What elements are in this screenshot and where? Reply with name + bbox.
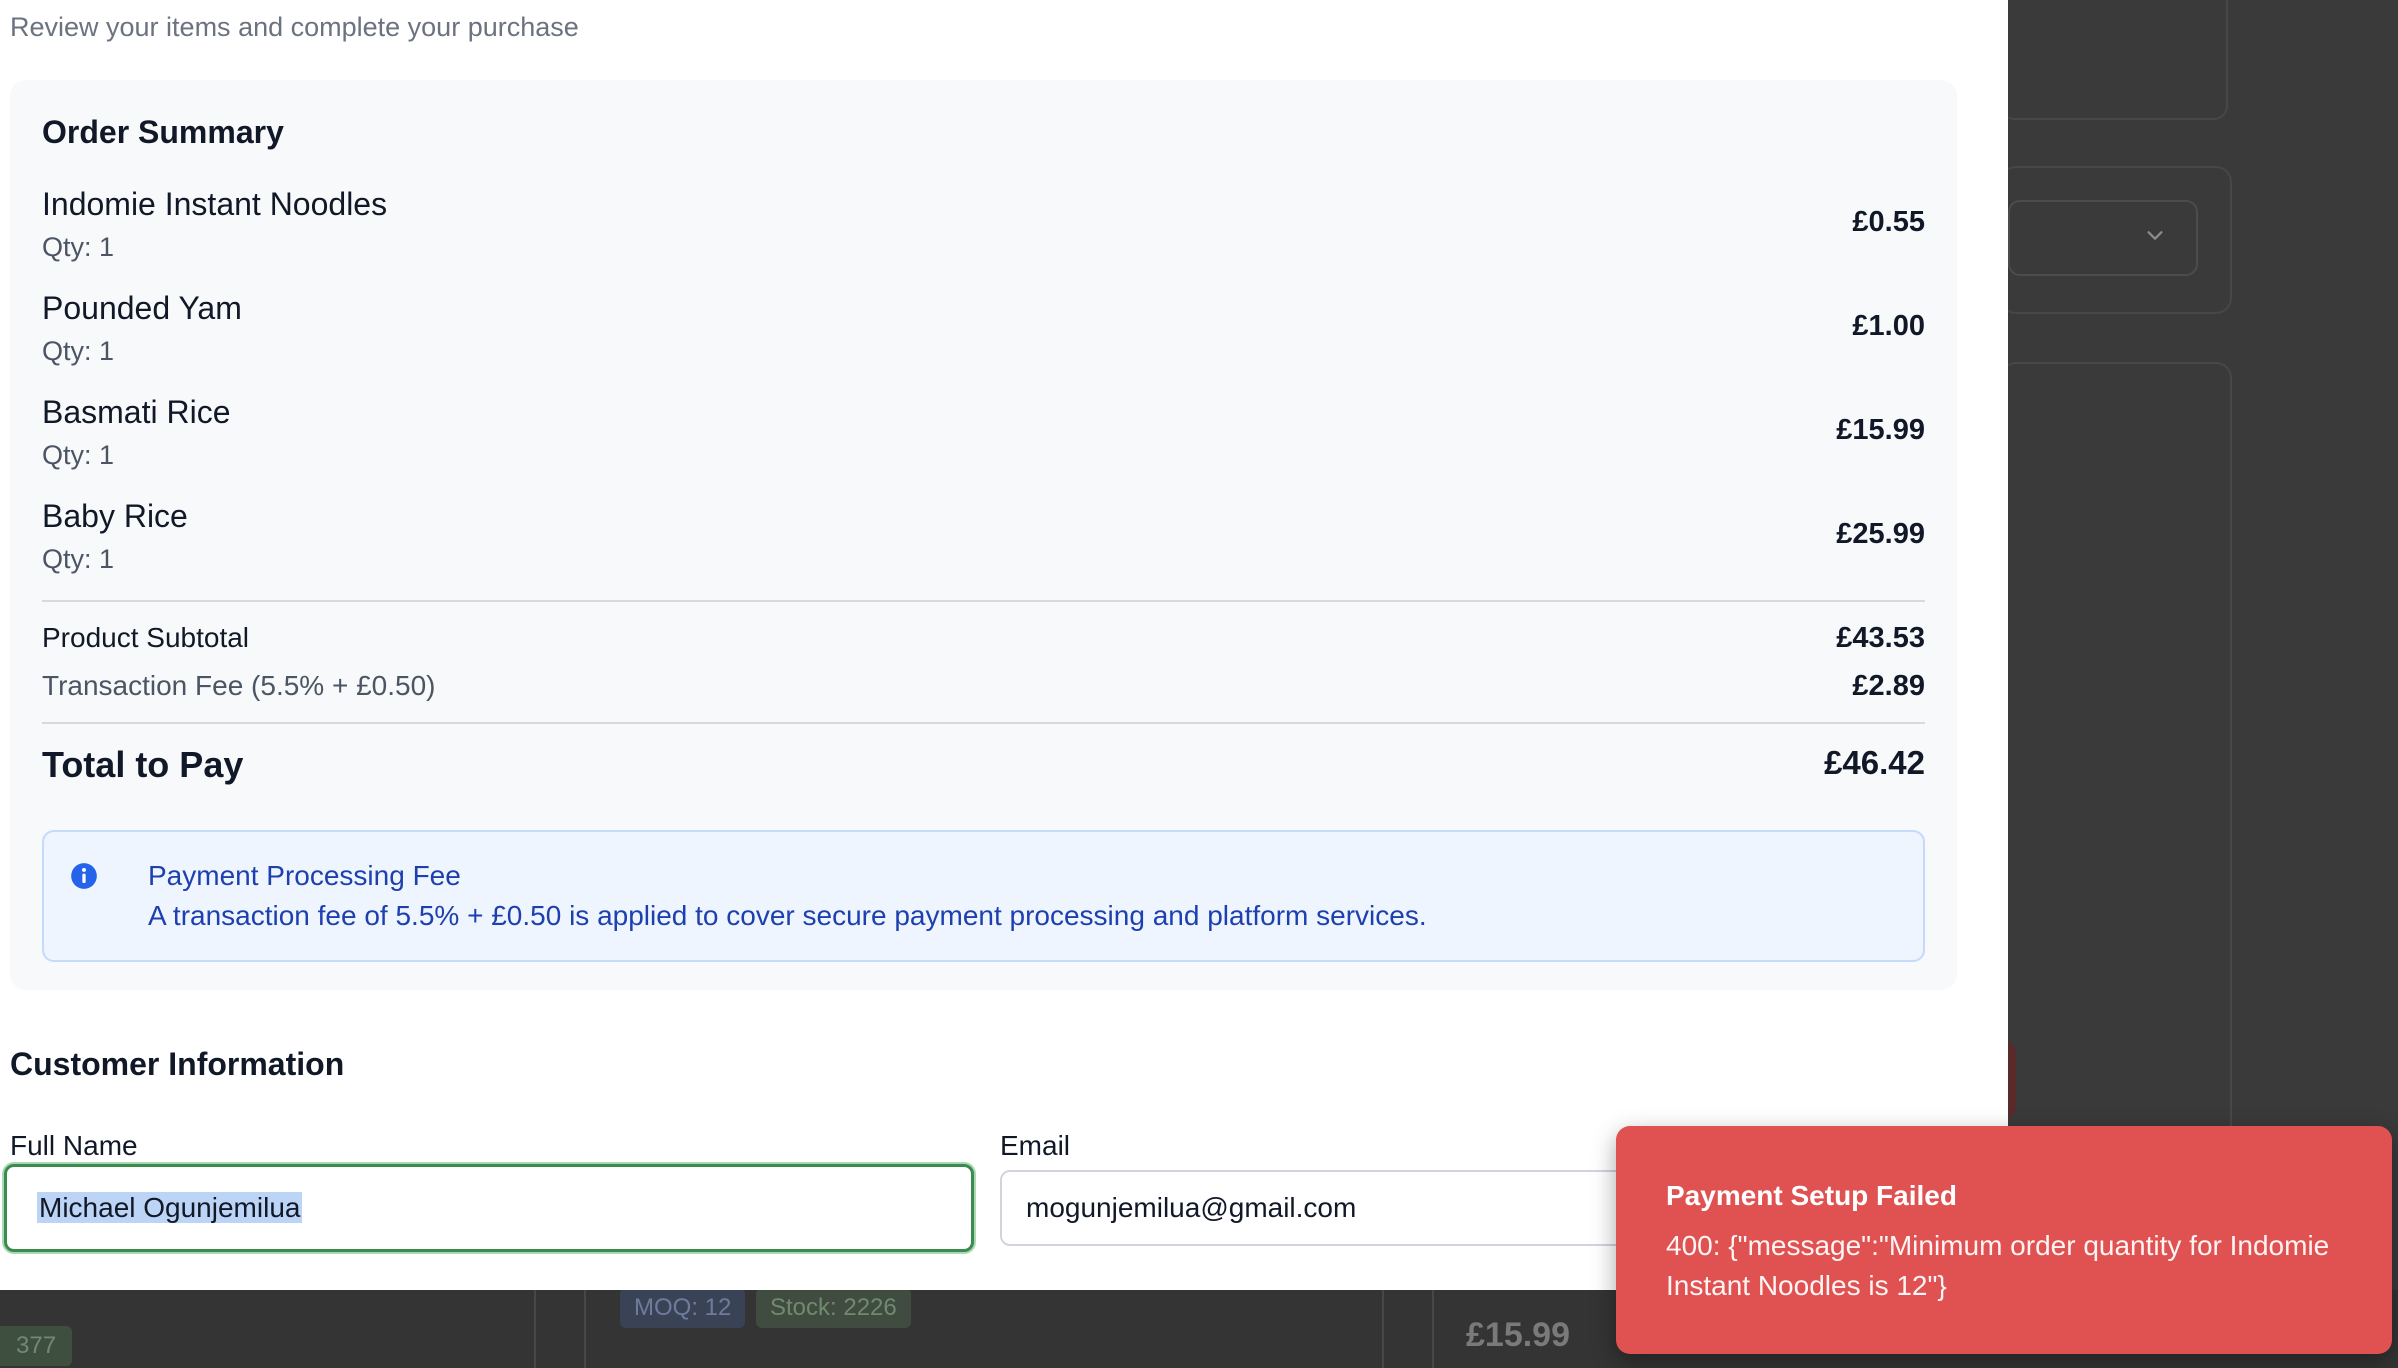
background-moq-badge: MOQ: 12	[620, 1288, 746, 1328]
item-qty: Qty: 1	[42, 544, 115, 574]
subtotal-label: Product Subtotal	[42, 622, 250, 653]
email-value: mogunjemilua@gmail.com	[1026, 1192, 1357, 1223]
order-summary-card: Order Summary Indomie Instant Noodles Qt…	[10, 80, 1957, 990]
item-qty: Qty: 1	[42, 232, 115, 262]
full-name-field[interactable]: Michael Ogunjemilua	[4, 1164, 974, 1252]
item-name: Baby Rice	[42, 498, 188, 534]
toast-title: Payment Setup Failed	[1666, 1180, 1957, 1211]
payment-fee-notice: Payment Processing Fee A transaction fee…	[42, 830, 1925, 962]
email-label: Email	[1000, 1130, 1071, 1161]
transaction-fee-label: Transaction Fee (5.5% + £0.50)	[42, 670, 436, 701]
background-divider	[1382, 1290, 1384, 1368]
divider	[42, 600, 1925, 602]
background-divider	[534, 1290, 536, 1368]
item-name: Indomie Instant Noodles	[42, 186, 388, 222]
background-divider	[1432, 1290, 1434, 1368]
checkout-modal: Review your items and complete your purc…	[0, 0, 2008, 1290]
subtotal-value: £43.53	[1836, 622, 1925, 654]
info-icon	[71, 863, 97, 889]
payment-error-toast[interactable]: Payment Setup Failed 400: {"message":"Mi…	[1616, 1126, 2392, 1354]
chevron-down-icon	[2147, 231, 2163, 240]
item-qty: Qty: 1	[42, 440, 115, 470]
background-divider	[584, 1290, 586, 1368]
toast-message: 400: {"message":"Minimum order quantity …	[1666, 1230, 2330, 1301]
fee-notice-title: Payment Processing Fee	[148, 860, 461, 891]
item-price: £0.55	[1852, 206, 1925, 238]
item-price: £1.00	[1852, 310, 1925, 342]
item-price: £25.99	[1836, 518, 1925, 550]
item-name: Basmati Rice	[42, 394, 231, 430]
background-card	[2000, 0, 2228, 120]
background-select	[2008, 200, 2198, 276]
checkout-subtitle: Review your items and complete your purc…	[10, 12, 579, 42]
full-name-value: Michael Ogunjemilua	[37, 1192, 303, 1223]
list-item: Baby Rice Qty: 1 £25.99	[42, 498, 1925, 588]
fee-notice-text: A transaction fee of 5.5% + £0.50 is app…	[148, 900, 1427, 931]
total-label: Total to Pay	[42, 744, 244, 785]
background-stock-badge: Stock: 2226	[756, 1288, 911, 1328]
background-stock-badge: 377	[0, 1326, 73, 1366]
total-value: £46.42	[1824, 744, 1925, 781]
divider	[42, 722, 1925, 724]
list-item: Basmati Rice Qty: 1 £15.99	[42, 394, 1925, 484]
order-summary-title: Order Summary	[42, 114, 284, 150]
customer-info-title: Customer Information	[10, 1046, 345, 1082]
full-name-label: Full Name	[10, 1130, 138, 1161]
item-price: £15.99	[1836, 414, 1925, 446]
list-item: Pounded Yam Qty: 1 £1.00	[42, 290, 1925, 380]
transaction-fee-value: £2.89	[1852, 670, 1925, 702]
background-product-price: £15.99	[1466, 1316, 1570, 1354]
list-item: Indomie Instant Noodles Qty: 1 £0.55	[42, 186, 1925, 276]
item-name: Pounded Yam	[42, 290, 242, 326]
item-qty: Qty: 1	[42, 336, 115, 366]
